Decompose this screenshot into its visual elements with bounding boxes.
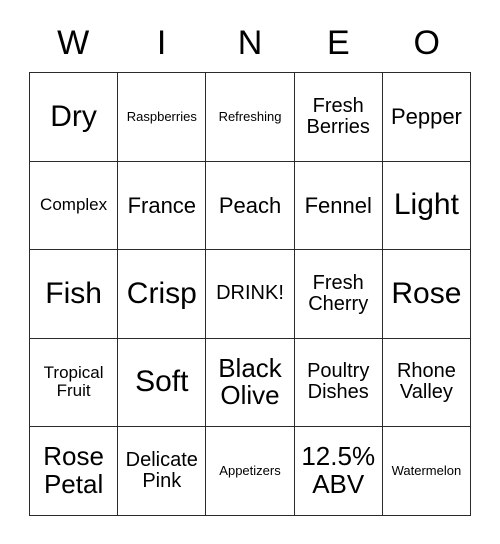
bingo-row: Fish Crisp DRINK! Fresh Cherry Rose xyxy=(30,250,472,339)
bingo-cell[interactable]: Appetizers xyxy=(206,427,295,516)
bingo-cell-label: Watermelon xyxy=(391,462,462,478)
bingo-cell[interactable]: Fresh Cherry xyxy=(294,250,383,339)
bingo-cell-label: Complex xyxy=(40,195,108,215)
bingo-grid: Dry Raspberries Refreshing Fresh Berries… xyxy=(29,72,472,516)
bingo-cell[interactable]: Light xyxy=(382,161,472,250)
bingo-cell[interactable]: Peach xyxy=(206,161,295,250)
bingo-cell[interactable]: Fennel xyxy=(294,161,383,250)
bingo-cell-label: Light xyxy=(393,188,459,222)
bingo-cell-label: Peach xyxy=(218,192,282,218)
bingo-cell[interactable]: Soft xyxy=(118,338,207,427)
bingo-cell-label: Rose Petal xyxy=(43,441,104,499)
bingo-card: W I N E O Dry Raspberries Refreshing Fre… xyxy=(29,14,472,516)
bingo-cell[interactable]: 12.5% ABV xyxy=(294,427,383,516)
header-letter-3: E xyxy=(327,24,350,62)
header-letter-0: W xyxy=(57,24,90,62)
bingo-cell-label: Soft xyxy=(135,365,189,399)
bingo-cell-label: Black Olive xyxy=(218,352,282,411)
bingo-cell-label: Poultry Dishes xyxy=(307,360,370,404)
bingo-cell[interactable]: Refreshing xyxy=(206,73,295,162)
bingo-cell[interactable]: Complex xyxy=(30,161,119,250)
bingo-cell-label: Crisp xyxy=(126,276,197,310)
bingo-cell[interactable]: Poultry Dishes xyxy=(294,338,383,427)
bingo-cell[interactable]: Black Olive xyxy=(206,338,295,427)
bingo-cell-label: Tropical Fruit xyxy=(43,363,104,401)
bingo-cell[interactable]: Crisp xyxy=(118,250,207,339)
bingo-row: Rose Petal Delicate Pink Appetizers 12.5… xyxy=(30,427,472,516)
bingo-cell[interactable]: Fresh Berries xyxy=(294,73,383,162)
bingo-cell-label: 12.5% ABV xyxy=(301,441,376,499)
bingo-cell[interactable]: Dry xyxy=(30,73,119,162)
bingo-cell[interactable]: Rose xyxy=(382,250,472,339)
bingo-row: Dry Raspberries Refreshing Fresh Berries… xyxy=(30,73,472,162)
bingo-cell-label: Fennel xyxy=(304,192,372,218)
bingo-cell[interactable]: Watermelon xyxy=(382,427,472,516)
bingo-cell[interactable]: Tropical Fruit xyxy=(30,338,119,427)
bingo-cell[interactable]: Pepper xyxy=(382,73,472,162)
bingo-cell-free-space[interactable]: DRINK! xyxy=(206,250,295,339)
bingo-cell-label: Raspberries xyxy=(126,108,197,124)
bingo-cell-label: Rhone Valley xyxy=(396,360,456,404)
bingo-cell-label: Fresh Berries xyxy=(306,94,370,138)
bingo-cell-label: Fish xyxy=(45,276,102,310)
bingo-header-row: W I N E O xyxy=(29,14,471,72)
bingo-cell[interactable]: Fish xyxy=(30,250,119,339)
bingo-cell[interactable]: Rose Petal xyxy=(30,427,119,516)
bingo-cell-label: Appetizers xyxy=(219,462,281,478)
bingo-row: Complex France Peach Fennel Light xyxy=(30,161,472,250)
header-letter-1: I xyxy=(156,24,167,62)
bingo-cell-label: Fresh Cherry xyxy=(308,271,369,315)
bingo-cell[interactable]: Raspberries xyxy=(118,73,207,162)
header-letter-4: O xyxy=(413,24,440,62)
bingo-cell-label: Dry xyxy=(50,99,97,133)
bingo-cell[interactable]: Delicate Pink xyxy=(118,427,207,516)
bingo-cell-label: France xyxy=(127,192,197,218)
bingo-cell-label: Delicate Pink xyxy=(125,448,198,492)
bingo-row: Tropical Fruit Soft Black Olive Poultry … xyxy=(30,338,472,427)
bingo-cell-label: Pepper xyxy=(390,104,462,130)
bingo-cell[interactable]: Rhone Valley xyxy=(382,338,472,427)
bingo-cell[interactable]: France xyxy=(118,161,207,250)
bingo-cell-label: Refreshing xyxy=(218,108,282,124)
bingo-cell-label: Rose xyxy=(391,276,462,310)
header-letter-2: N xyxy=(237,24,263,62)
bingo-cell-label: DRINK! xyxy=(216,282,284,305)
